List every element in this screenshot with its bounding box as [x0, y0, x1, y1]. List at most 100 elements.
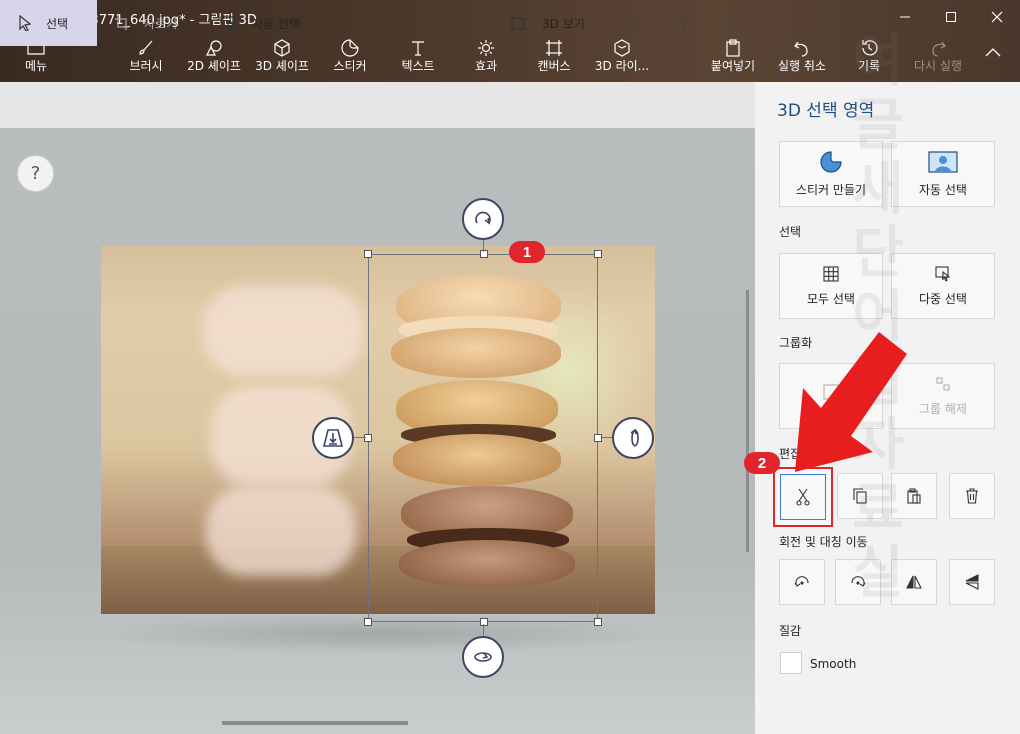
rotate-right-icon	[851, 576, 866, 587]
flip-vertical-button[interactable]	[949, 559, 995, 605]
maximize-button[interactable]	[928, 0, 974, 34]
flip-horizontal-button[interactable]	[891, 559, 937, 605]
text-icon	[412, 41, 424, 56]
rotate-right-button[interactable]	[835, 559, 881, 605]
group-button[interactable]	[779, 363, 883, 429]
selection-box[interactable]	[368, 254, 598, 622]
resize-handle-top[interactable]	[480, 250, 488, 258]
canvas-workspace[interactable]: ? 1	[0, 128, 755, 734]
make-sticker-button[interactable]: 스티커 만들기	[779, 141, 883, 207]
ungroup-label: 그룹 해제	[919, 401, 967, 416]
undo-button[interactable]: 실행 취소	[774, 38, 830, 78]
rotate-z-button[interactable]	[462, 198, 504, 240]
select-all-label: 모두 선택	[807, 291, 855, 306]
collapse-toolbar-button[interactable]	[984, 46, 1002, 61]
copy-button[interactable]	[837, 473, 883, 519]
resize-handle-bottom[interactable]	[480, 618, 488, 626]
scissors-icon	[796, 488, 810, 506]
view-3d-icon	[511, 16, 525, 30]
view-3d-label: 3D 보기	[542, 16, 585, 31]
tool-3d-shapes-label: 3D 셰이프	[255, 59, 309, 73]
zoom-in-button[interactable]: +	[674, 0, 692, 46]
resize-handle-bottom-right[interactable]	[594, 618, 602, 626]
view-3d-toggle[interactable]: 3D 보기	[510, 0, 585, 46]
ungroup-button[interactable]: 그룹 해제	[891, 363, 995, 429]
tool-canvas-label: 캔버스	[537, 59, 571, 73]
sub-toolbar	[0, 82, 755, 128]
zoom-in-label: +	[674, 10, 693, 36]
auto-select-label: 자동 선택	[919, 182, 967, 197]
redo-button[interactable]: 다시 실행	[910, 38, 966, 78]
multi-select-button[interactable]: 다중 선택	[891, 253, 995, 319]
rotate-x-icon	[630, 428, 639, 447]
tool-2d-shapes-label: 2D 셰이프	[187, 59, 241, 73]
resize-handle-bottom-left[interactable]	[364, 618, 372, 626]
history-label: 기록	[857, 59, 881, 73]
resize-handle-right[interactable]	[594, 434, 602, 442]
multi-select-label: 다중 선택	[919, 291, 967, 306]
close-button[interactable]	[974, 0, 1020, 34]
history-icon	[862, 40, 878, 56]
undo-label: 실행 취소	[778, 59, 826, 73]
history-button[interactable]: 기록	[852, 38, 886, 78]
select-all-button[interactable]: 모두 선택	[779, 253, 883, 319]
resize-handle-top-left[interactable]	[364, 250, 372, 258]
crop-tool-label: 자르기	[144, 16, 178, 31]
make-sticker-label: 스티커 만들기	[795, 182, 867, 197]
zoom-out-button[interactable]: —	[626, 0, 642, 46]
section-group-label: 그룹화	[779, 336, 813, 350]
cut-button[interactable]	[773, 467, 833, 527]
more-options-label: ···	[722, 15, 736, 31]
tool-stickers[interactable]: 스티커	[326, 38, 374, 78]
depth-push-button[interactable]	[312, 417, 354, 459]
ghost-area	[203, 286, 363, 376]
horizontal-scrollbar[interactable]	[222, 721, 408, 725]
selection-panel: 3D 선택 영역 스티커 만들기 자동 선택 선택 모두 선택 다중 선택 그룹…	[755, 82, 1020, 734]
menu-label: 메뉴	[24, 59, 48, 73]
step-badge-2: 2	[744, 452, 780, 474]
resize-handle-left[interactable]	[364, 434, 372, 442]
panel-title: 3D 선택 영역	[777, 101, 875, 121]
vertical-scrollbar[interactable]	[746, 290, 749, 552]
tool-effects[interactable]: 효과	[466, 38, 506, 78]
step-badge-1: 1	[509, 241, 545, 263]
resize-handle-top-right[interactable]	[594, 250, 602, 258]
magic-select-tool[interactable]: 자동 선택	[220, 0, 300, 46]
rotate-y-icon	[474, 652, 492, 662]
rotate-y-button[interactable]	[462, 636, 504, 678]
trash-icon	[966, 488, 978, 504]
delete-button[interactable]	[949, 473, 995, 519]
cut-button-focus	[780, 474, 826, 520]
tool-text[interactable]: 텍스트	[394, 38, 442, 78]
rotate-z-icon	[475, 211, 491, 225]
maximize-icon	[946, 12, 956, 22]
undo-icon	[794, 41, 808, 57]
step-badge-1-label: 1	[522, 243, 532, 261]
close-icon	[991, 11, 1003, 23]
sun-icon	[478, 40, 494, 56]
rotate-x-button[interactable]	[612, 417, 654, 459]
tool-stickers-label: 스티커	[333, 59, 367, 73]
smooth-label: Smooth	[810, 657, 857, 671]
ungroup-icon	[936, 376, 950, 391]
group-icon	[823, 384, 839, 400]
minimize-button[interactable]	[882, 0, 928, 34]
help-button[interactable]: ?	[17, 155, 54, 192]
copy-icon	[853, 488, 867, 504]
auto-select-button[interactable]: 자동 선택	[891, 141, 995, 207]
help-label: ?	[30, 163, 41, 184]
rotate-left-button[interactable]	[779, 559, 825, 605]
magic-select-icon	[220, 16, 237, 31]
sticker-icon	[341, 39, 359, 57]
paste-label: 붙여넣기	[710, 59, 756, 73]
select-tool-label: 선택	[46, 16, 69, 31]
panel-paste-button[interactable]	[891, 473, 937, 519]
smooth-checkbox[interactable]	[780, 652, 802, 674]
more-options-button[interactable]: ···	[722, 0, 735, 46]
select-tool[interactable]: 선택	[0, 0, 97, 46]
rotate-stem-left	[354, 437, 366, 438]
rotate-stem-bottom	[483, 624, 484, 636]
cursor-icon	[19, 15, 32, 31]
crop-tool[interactable]: 자르기	[114, 0, 177, 46]
multi-select-icon	[935, 265, 951, 282]
